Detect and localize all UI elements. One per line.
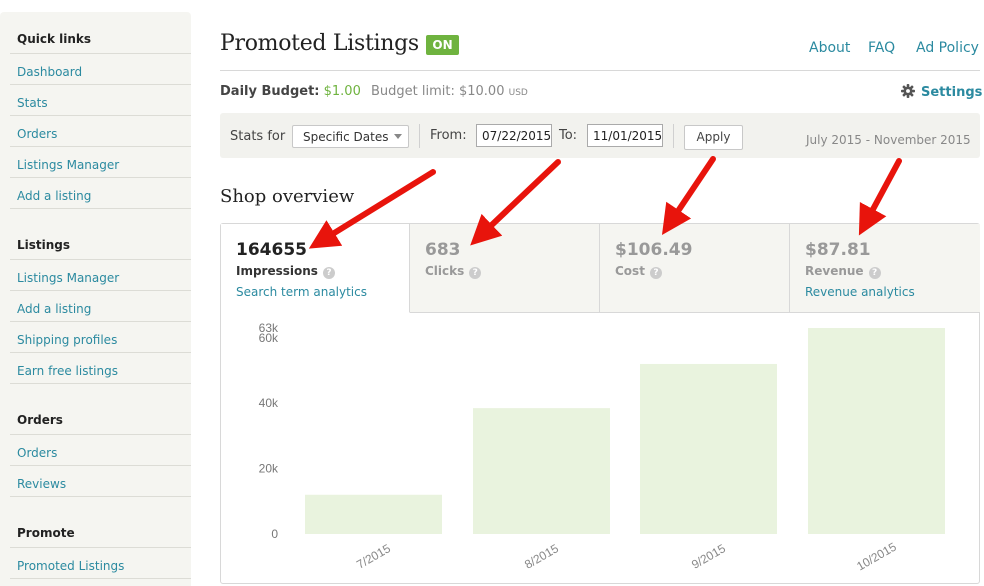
divider	[10, 496, 191, 497]
about-link[interactable]: About	[809, 40, 850, 56]
gear-icon	[901, 84, 915, 98]
impressions-value: 164655	[236, 240, 307, 260]
faq-link[interactable]: FAQ	[868, 40, 895, 56]
y-tick-label: 0	[271, 527, 278, 541]
clicks-value: 683	[425, 240, 461, 260]
divider	[10, 434, 191, 435]
divider	[673, 124, 674, 148]
y-tick-label: 63k	[259, 321, 279, 335]
sidebar-heading-listings: Listings	[17, 238, 71, 252]
divider	[10, 115, 191, 116]
help-icon[interactable]: ?	[868, 267, 881, 279]
chart-bar[interactable]	[473, 408, 610, 534]
tab-revenue[interactable]: $87.81 Revenue? Revenue analytics	[790, 224, 980, 313]
divider	[10, 321, 191, 322]
sidebar-heading-promote: Promote	[17, 526, 75, 540]
divider	[10, 259, 191, 260]
sidebar-item-orders[interactable]: Orders	[17, 446, 57, 460]
divider	[419, 124, 420, 148]
divider	[10, 465, 191, 466]
y-tick-label: 20k	[259, 462, 279, 476]
divider	[10, 383, 191, 384]
sidebar-heading-quick-links: Quick links	[17, 32, 92, 46]
sidebar-item-promoted-listings[interactable]: Promoted Listings	[17, 559, 124, 573]
apply-button[interactable]: Apply	[684, 125, 743, 150]
revenue-value: $87.81	[805, 240, 871, 260]
sidebar-heading-orders: Orders	[17, 413, 63, 427]
x-tick-label: 7/2015	[354, 541, 393, 572]
divider	[10, 53, 191, 54]
chart-bar[interactable]	[808, 328, 945, 534]
caret-down-icon	[394, 134, 402, 139]
clicks-label: Clicks?	[425, 264, 482, 279]
divider	[10, 84, 191, 85]
stats-filter-bar: Stats for Specific Dates From: 07/22/201…	[220, 113, 980, 158]
revenue-analytics-link[interactable]: Revenue analytics	[805, 285, 915, 299]
date-range-text: July 2015 - November 2015	[806, 133, 971, 147]
impressions-label-text: Impressions	[236, 264, 318, 278]
sidebar-item-stats[interactable]: Stats	[17, 96, 48, 110]
budget-row: Daily Budget: $1.00 Budget limit: $10.00…	[220, 84, 528, 99]
search-term-analytics-link[interactable]: Search term analytics	[236, 285, 367, 299]
clicks-label-text: Clicks	[425, 264, 465, 278]
cost-label-text: Cost	[615, 264, 645, 278]
page-title: Promoted Listings	[220, 31, 419, 56]
date-range-select[interactable]: Specific Dates	[292, 125, 409, 148]
sidebar-item-shipping-profiles[interactable]: Shipping profiles	[17, 333, 117, 347]
chart-bar[interactable]	[305, 494, 442, 534]
impressions-label: Impressions?	[236, 264, 335, 279]
revenue-label-text: Revenue	[805, 264, 864, 278]
status-badge: ON	[426, 35, 459, 55]
divider	[10, 578, 191, 579]
to-date-input[interactable]: 11/01/2015	[587, 124, 663, 147]
sidebar-item-listings-manager[interactable]: Listings Manager	[17, 158, 119, 172]
divider	[10, 352, 191, 353]
to-label: To:	[559, 128, 578, 143]
ad-policy-link[interactable]: Ad Policy	[916, 40, 979, 56]
from-label: From:	[430, 128, 467, 143]
daily-budget-label: Daily Budget:	[220, 84, 320, 99]
impressions-bar-chart: 020k40k60k63k7/2015 8/2015 9/2015 10/2015	[259, 321, 945, 573]
budget-limit: Budget limit: $10.00	[370, 84, 505, 99]
help-icon[interactable]: ?	[469, 267, 482, 279]
settings-label: Settings	[921, 85, 983, 100]
divider	[220, 70, 980, 71]
sidebar-item-dashboard[interactable]: Dashboard	[17, 65, 82, 79]
tab-impressions[interactable]: 164655 Impressions? Search term analytic…	[221, 224, 410, 313]
help-icon[interactable]: ?	[649, 267, 662, 279]
y-tick-label: 40k	[259, 396, 279, 410]
divider	[10, 146, 191, 147]
x-tick-label: 9/2015	[689, 541, 728, 572]
x-tick-label: 10/2015	[854, 539, 899, 573]
divider	[10, 547, 191, 548]
date-range-select-value: Specific Dates	[303, 130, 389, 144]
from-date-input[interactable]: 07/22/2015	[476, 124, 552, 147]
currency-code: USD	[508, 88, 528, 98]
sidebar-item-orders[interactable]: Orders	[17, 127, 57, 141]
arrow-to-cost	[661, 156, 716, 235]
cost-value: $106.49	[615, 240, 693, 260]
x-tick-label: 8/2015	[522, 541, 561, 572]
revenue-label: Revenue?	[805, 264, 881, 279]
help-icon[interactable]: ?	[322, 267, 335, 279]
arrow-to-revenue	[858, 158, 902, 236]
sidebar-item-listings-manager[interactable]: Listings Manager	[17, 271, 119, 285]
tab-cost[interactable]: $106.49 Cost?	[600, 224, 790, 313]
chart-bar[interactable]	[640, 363, 777, 534]
sidebar-item-reviews[interactable]: Reviews	[17, 477, 66, 491]
section-title: Shop overview	[220, 186, 355, 207]
sidebar: Quick links Dashboard Stats Orders Listi…	[0, 12, 191, 586]
daily-budget-value: $1.00	[323, 84, 361, 99]
divider	[10, 290, 191, 291]
tab-clicks[interactable]: 683 Clicks?	[410, 224, 600, 313]
stats-for-label: Stats for	[230, 129, 286, 144]
cost-label: Cost?	[615, 264, 662, 279]
sidebar-item-earn-free-listings[interactable]: Earn free listings	[17, 364, 118, 378]
divider	[10, 177, 191, 178]
sidebar-item-add-listing[interactable]: Add a listing	[17, 189, 91, 203]
settings-button[interactable]: Settings	[901, 84, 982, 100]
divider	[10, 208, 191, 209]
sidebar-item-add-listing[interactable]: Add a listing	[17, 302, 91, 316]
